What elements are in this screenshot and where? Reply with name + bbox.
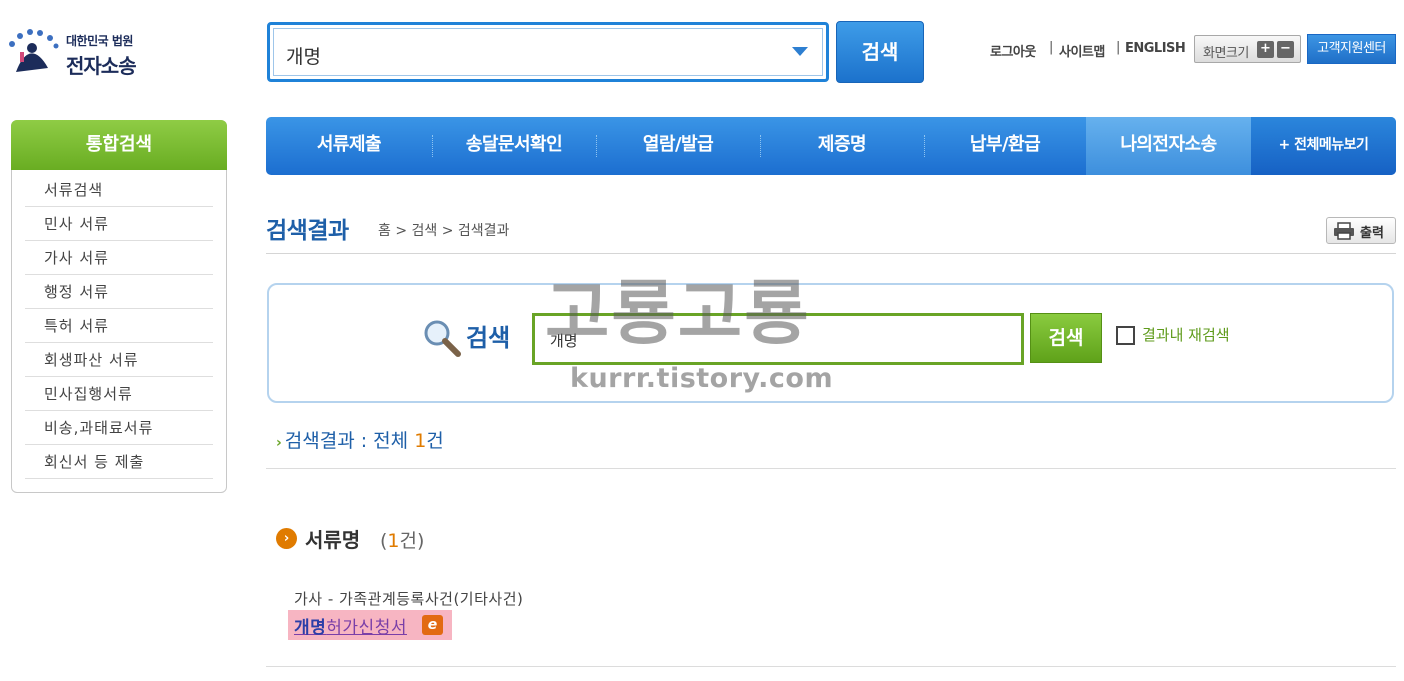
page-title: 검색결과 — [266, 218, 349, 244]
watermark-url: kurrr.tistory.com — [570, 363, 834, 394]
print-label: 출력 — [1360, 226, 1384, 241]
sidebar-title[interactable]: 통합검색 — [11, 120, 227, 170]
section-count: (1건) — [380, 526, 424, 553]
result-total-count: 1 — [414, 430, 427, 452]
logout-link[interactable]: 로그아웃 — [990, 41, 1036, 60]
top-search-inner — [273, 28, 823, 76]
logo-title: 전자소송 — [66, 54, 137, 78]
sidebar-menu: 서류검색 민사 서류 가사 서류 행정 서류 특허 서류 회생파산 서류 민사집… — [25, 173, 213, 479]
nav-item-my-ecourt[interactable]: 나의전자소송 — [1086, 117, 1251, 175]
section-count-suffix: 건) — [399, 530, 425, 552]
section-title: 서류명 — [305, 528, 361, 552]
document-link[interactable]: 개명허가신청서 — [294, 613, 407, 638]
sidebar-item-reply-submission[interactable]: 회신서 등 제출 — [25, 445, 213, 479]
result-search-button[interactable]: 검색 — [1030, 313, 1102, 363]
research-checkbox-label[interactable]: 결과내 재검색 — [1142, 324, 1230, 345]
chevron-right-icon: › — [276, 435, 282, 451]
sidebar-item-administrative[interactable]: 행정 서류 — [25, 275, 213, 309]
nav-item-payment[interactable]: 납부/환급 — [924, 117, 1086, 175]
court-logo[interactable]: 대한민국 법원 전자소송 — [6, 28, 156, 78]
util-separator: | — [1116, 40, 1121, 55]
section-arrow-icon: › — [276, 528, 297, 549]
main-nav: 서류제출 송달문서확인 열람/발급 제증명 납부/환급 나의전자소송 — [266, 117, 1396, 175]
document-link-highlight: 개명 — [294, 618, 327, 638]
zoom-out-button[interactable]: − — [1277, 41, 1294, 58]
zoom-control: 화면크기 + − — [1194, 35, 1301, 63]
result-total: › 검색결과 : 전체 1건 — [276, 426, 444, 453]
sidebar-item-patent[interactable]: 특허 서류 — [25, 309, 213, 343]
english-link[interactable]: ENGLISH — [1125, 41, 1186, 56]
watermark-text: 고룡고룡 — [545, 272, 811, 354]
document-link-rest: 허가신청서 — [326, 618, 407, 638]
sidebar: 통합검색 서류검색 민사 서류 가사 서류 행정 서류 특허 서류 회생파산 서… — [11, 120, 227, 493]
util-separator: | — [1049, 40, 1054, 55]
bottom-divider — [266, 666, 1396, 667]
result-divider — [266, 468, 1396, 469]
top-search-button[interactable]: 검색 — [836, 21, 924, 83]
print-button[interactable]: 출력 — [1326, 217, 1396, 244]
magnifier-icon — [424, 320, 461, 357]
sidebar-item-family[interactable]: 가사 서류 — [25, 241, 213, 275]
sitemap-link[interactable]: 사이트맵 — [1059, 41, 1105, 60]
result-total-prefix: 검색결과 : 전체 — [284, 430, 415, 452]
section-count-value: 1 — [387, 530, 400, 552]
e-form-badge-icon[interactable]: e — [422, 615, 443, 635]
top-search-value: 개명 — [286, 46, 321, 68]
all-menu-button[interactable]: + 전체메뉴보기 — [1251, 117, 1396, 175]
nav-item-view-issue[interactable]: 열람/발급 — [596, 117, 760, 175]
nav-item-certificate[interactable]: 제증명 — [760, 117, 924, 175]
sidebar-item-civil-execution[interactable]: 민사집행서류 — [25, 377, 213, 411]
breadcrumb: 홈 > 검색 > 검색결과 — [378, 223, 510, 239]
top-search-field[interactable]: 개명 — [267, 22, 829, 82]
dropdown-caret-icon[interactable] — [792, 47, 808, 56]
research-checkbox[interactable] — [1116, 326, 1135, 345]
customer-support-button[interactable]: 고객지원센터 — [1307, 34, 1396, 64]
document-category: 가사 - 가족관계등록사건(기타사건) — [294, 590, 524, 608]
title-divider — [266, 253, 1396, 254]
sidebar-item-civil[interactable]: 민사 서류 — [25, 207, 213, 241]
logo-subtitle: 대한민국 법원 — [66, 34, 133, 48]
document-result-item: 개명허가신청서 e — [288, 610, 452, 640]
sidebar-item-document-search[interactable]: 서류검색 — [25, 173, 213, 207]
result-total-suffix: 건 — [426, 430, 444, 452]
zoom-in-button[interactable]: + — [1257, 41, 1274, 58]
search-panel-label: 검색 — [466, 324, 511, 352]
court-emblem-icon — [9, 29, 59, 72]
nav-item-submit[interactable]: 서류제출 — [266, 117, 432, 175]
zoom-label: 화면크기 — [1203, 46, 1249, 61]
nav-item-delivery[interactable]: 송달문서확인 — [432, 117, 596, 175]
sidebar-item-non-contentious[interactable]: 비송,과태료서류 — [25, 411, 213, 445]
sidebar-item-bankruptcy[interactable]: 회생파산 서류 — [25, 343, 213, 377]
printer-icon — [1334, 222, 1354, 240]
